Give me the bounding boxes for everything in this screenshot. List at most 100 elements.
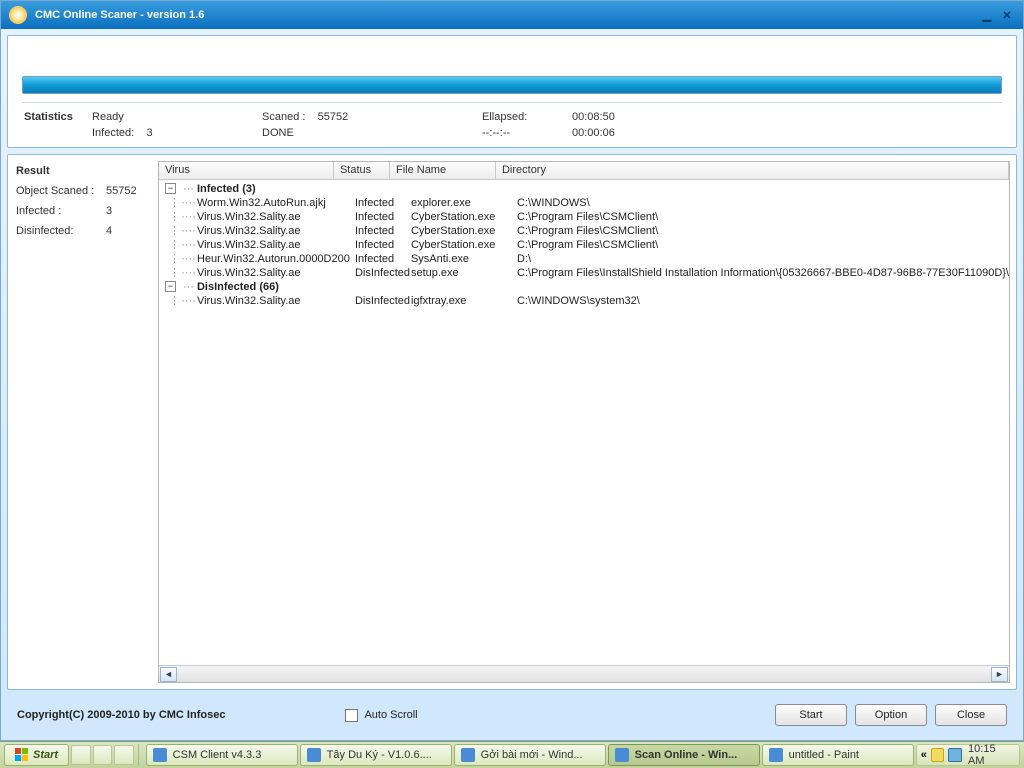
row-status: DisInfected — [355, 266, 411, 280]
row-status: Infected — [355, 224, 411, 238]
app-icon — [307, 748, 321, 762]
app-logo-icon — [9, 6, 27, 24]
row-filename: setup.exe — [411, 266, 517, 280]
taskbar-app-button[interactable]: Tây Du Ký - V1.0.6.... — [300, 744, 452, 766]
grid-body[interactable]: −···Infected (3)⋮····Worm.Win32.AutoRun.… — [159, 180, 1009, 665]
virus-name: Virus.Win32.Sality.ae — [197, 210, 355, 224]
app-window: CMC Online Scaner - version 1.6 ▁ ✕ Stat… — [0, 0, 1024, 741]
scanned-label: Scaned : — [262, 111, 305, 123]
app-icon — [461, 748, 475, 762]
infected-label: Infected: — [92, 127, 134, 139]
tree-row[interactable]: ⋮····Virus.Win32.Sality.aeInfectedCyberS… — [161, 210, 1009, 224]
virus-name: Worm.Win32.AutoRun.ajkj — [197, 196, 355, 210]
autoscroll-checkbox[interactable] — [345, 709, 358, 722]
time2-value: 00:00:06 — [572, 127, 692, 139]
tree-row[interactable]: ⋮····Heur.Win32.Autorun.0000D200Infected… — [161, 252, 1009, 266]
tree-row[interactable]: ⋮····Virus.Win32.Sality.aeDisInfectedigf… — [161, 294, 1009, 308]
app-label: Scan Online - Win... — [635, 749, 738, 761]
result-header: Result — [16, 165, 150, 177]
quicklaunch-2[interactable] — [93, 745, 113, 765]
row-directory: C:\Program Files\CSMClient\ — [517, 224, 1009, 238]
start-button[interactable]: Start — [775, 704, 847, 726]
row-directory: C:\WINDOWS\ — [517, 196, 1009, 210]
row-directory: D:\ — [517, 252, 1009, 266]
sidebar-stat-row: Object Scaned :55752 — [16, 185, 150, 197]
taskbar-app-button[interactable]: CSM Client v4.3.3 — [146, 744, 298, 766]
horizontal-scrollbar[interactable]: ◄ ► — [159, 665, 1009, 682]
tree-row[interactable]: ⋮····Virus.Win32.Sality.aeInfectedCyberS… — [161, 238, 1009, 252]
taskbar-app-button[interactable]: Gởi bài mới - Wind... — [454, 744, 606, 766]
start-menu-button[interactable]: Start — [4, 744, 69, 766]
col-file[interactable]: File Name — [390, 162, 496, 179]
scroll-right-button[interactable]: ► — [991, 667, 1008, 682]
tree-row[interactable]: ⋮····Virus.Win32.Sality.aeInfectedCyberS… — [161, 224, 1009, 238]
result-sidebar: Result Object Scaned :55752Infected :3Di… — [8, 155, 158, 689]
grid-header: Virus Status File Name Directory — [159, 162, 1009, 180]
app-label: Tây Du Ký - V1.0.6.... — [327, 749, 432, 761]
app-icon — [769, 748, 783, 762]
stat-value: 55752 — [106, 185, 150, 197]
row-directory: C:\WINDOWS\system32\ — [517, 294, 1009, 308]
row-filename: explorer.exe — [411, 196, 517, 210]
taskbar-clock[interactable]: 10:15 AM — [966, 743, 1015, 767]
autoscroll-label: Auto Scroll — [364, 709, 417, 721]
infected-value: 3 — [146, 127, 152, 139]
statistics-label: Statistics — [22, 111, 92, 123]
elapsed-value: 00:08:50 — [572, 111, 692, 123]
app-label: Gởi bài mới - Wind... — [481, 749, 583, 761]
sidebar-stat-row: Infected :3 — [16, 205, 150, 217]
row-filename: igfxtray.exe — [411, 294, 517, 308]
tray-icon-1[interactable] — [931, 748, 945, 762]
taskbar-app-button[interactable]: untitled - Paint — [762, 744, 914, 766]
autoscroll-option[interactable]: Auto Scroll — [345, 709, 417, 722]
stat-value: 3 — [106, 205, 150, 217]
virus-name: Heur.Win32.Autorun.0000D200 — [197, 252, 355, 266]
quicklaunch-3[interactable] — [114, 745, 134, 765]
content-area: Statistics Ready Scaned : 55752 Ellapsed… — [1, 29, 1023, 740]
system-tray[interactable]: « 10:15 AM — [916, 744, 1020, 766]
col-virus[interactable]: Virus — [159, 162, 334, 179]
elapsed-label: Ellapsed: — [482, 111, 572, 123]
result-grid: Virus Status File Name Directory −···Inf… — [158, 161, 1010, 683]
col-status[interactable]: Status — [334, 162, 390, 179]
tree-row[interactable]: ⋮····Worm.Win32.AutoRun.ajkjInfectedexpl… — [161, 196, 1009, 210]
row-status: DisInfected — [355, 294, 411, 308]
taskbar-app-button[interactable]: Scan Online - Win... — [608, 744, 760, 766]
row-filename: CyberStation.exe — [411, 224, 517, 238]
status-done: DONE — [262, 127, 482, 139]
tree-group[interactable]: −···DisInfected (66) — [161, 280, 1009, 294]
quicklaunch-1[interactable] — [71, 745, 91, 765]
close-app-button[interactable]: Close — [935, 704, 1007, 726]
stat-key: Infected : — [16, 205, 106, 217]
stat-value: 4 — [106, 225, 150, 237]
row-status: Infected — [355, 210, 411, 224]
virus-name: Virus.Win32.Sality.ae — [197, 294, 355, 308]
app-label: untitled - Paint — [789, 749, 859, 761]
row-directory: C:\Program Files\CSMClient\ — [517, 210, 1009, 224]
row-directory: C:\Program Files\CSMClient\ — [517, 238, 1009, 252]
tray-icon-2[interactable] — [948, 748, 962, 762]
close-button[interactable]: ✕ — [999, 8, 1015, 22]
window-title: CMC Online Scaner - version 1.6 — [35, 9, 204, 21]
row-filename: SysAnti.exe — [411, 252, 517, 266]
scroll-left-button[interactable]: ◄ — [160, 667, 177, 682]
result-panel: Result Object Scaned :55752 Infected :3 Di… — [7, 154, 1017, 690]
tree-group[interactable]: −···Infected (3) — [161, 182, 1009, 196]
col-directory[interactable]: Directory — [496, 162, 1009, 179]
row-filename: CyberStation.exe — [411, 238, 517, 252]
copyright-text: Copyright(C) 2009-2010 by CMC Infosec — [17, 709, 225, 721]
minimize-button[interactable]: ▁ — [979, 8, 995, 22]
windows-logo-icon — [15, 748, 29, 762]
taskbar: Start CSM Client v4.3.3 Tây Du Ký - V1.0.… — [0, 741, 1024, 768]
collapse-icon[interactable]: − — [165, 183, 176, 194]
app-icon — [615, 748, 629, 762]
row-status: Infected — [355, 196, 411, 210]
tree-row[interactable]: ⋮····Virus.Win32.Sality.aeDisInfectedset… — [161, 266, 1009, 280]
tray-expand-button[interactable]: « — [921, 749, 927, 761]
virus-name: Virus.Win32.Sality.ae — [197, 238, 355, 252]
app-icon — [153, 748, 167, 762]
option-button[interactable]: Option — [855, 704, 927, 726]
row-status: Infected — [355, 252, 411, 266]
row-status: Infected — [355, 238, 411, 252]
collapse-icon[interactable]: − — [165, 281, 176, 292]
